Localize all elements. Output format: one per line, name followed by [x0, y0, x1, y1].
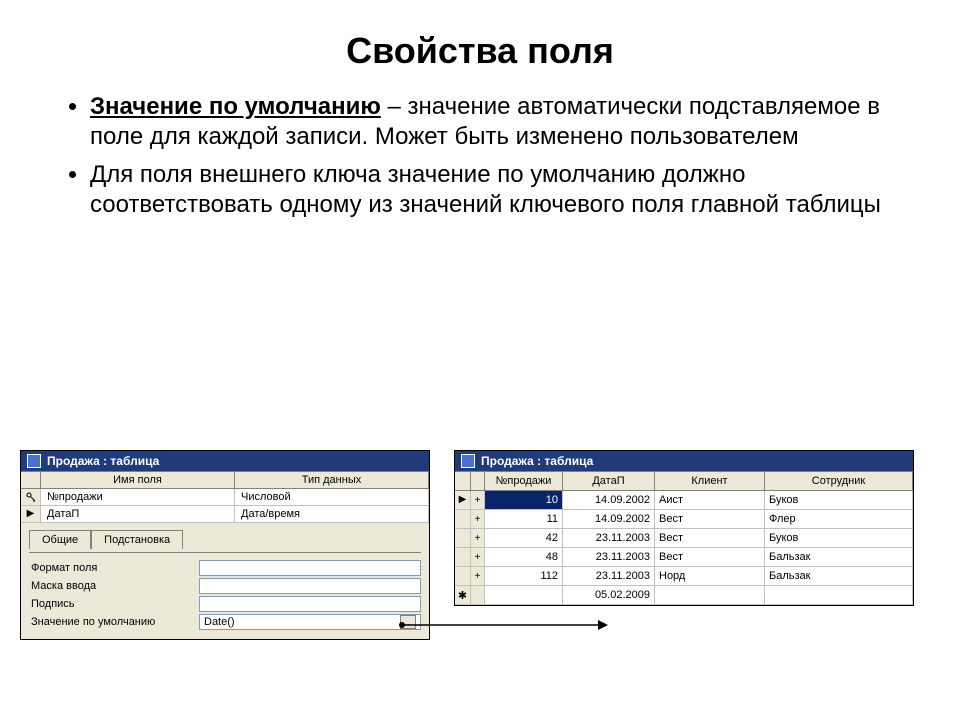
row-marker-current: ▶ [21, 506, 41, 522]
prop-format-input[interactable] [199, 560, 421, 576]
cell-emp[interactable]: Буков [765, 529, 913, 547]
row-marker: ▶ [455, 491, 471, 509]
expand-header [471, 472, 485, 490]
page-title: Свойства поля [40, 30, 920, 72]
table-row-new[interactable]: ✱ 05.02.2009 [455, 586, 913, 605]
new-row-icon: ✱ [458, 589, 467, 602]
table-row[interactable]: + 11 14.09.2002 Вест Флер [455, 510, 913, 529]
design-grid: Имя поля Тип данных №продажи Числовой ▶ … [21, 471, 429, 523]
design-row-1[interactable]: ▶ ДатаП Дата/время [21, 506, 429, 523]
datasheet-window: Продажа : таблица №продажи ДатаП Клиент … [454, 450, 914, 606]
sheet-header: №продажи ДатаП Клиент Сотрудник [455, 471, 913, 491]
prop-caption: Подпись [29, 595, 421, 613]
cell-date[interactable]: 14.09.2002 [563, 510, 655, 528]
design-row-0[interactable]: №продажи Числовой [21, 489, 429, 506]
col-datatype: Тип данных [235, 472, 429, 488]
field-type-0[interactable]: Числовой [235, 489, 429, 505]
col-emp[interactable]: Сотрудник [765, 472, 913, 490]
prop-default: Значение по умолчанию Date() … [29, 613, 421, 631]
titlebar-right: Продажа : таблица [455, 451, 913, 471]
props-tabs: Общие Подстановка [29, 529, 421, 548]
titlebar-left: Продажа : таблица [21, 451, 429, 471]
props-rows: Формат поля Маска ввода Подпись Значение… [29, 552, 421, 631]
cell-date[interactable]: 23.11.2003 [563, 548, 655, 566]
prop-default-value: Date() [204, 616, 235, 628]
datasheet-icon [27, 454, 41, 468]
bullet-list: Значение по умолчанию – значение автомат… [40, 92, 920, 220]
prop-mask: Маска ввода [29, 577, 421, 595]
bullet-2: Для поля внешнего ключа значение по умол… [90, 160, 920, 220]
cell-id[interactable]: 11 [485, 510, 563, 528]
row-marker [455, 548, 471, 566]
table-row[interactable]: + 42 23.11.2003 Вест Буков [455, 529, 913, 548]
prop-caption-input[interactable] [199, 596, 421, 612]
row-selector-header [21, 472, 41, 488]
expand-icon[interactable]: + [471, 567, 485, 585]
datasheet: №продажи ДатаП Клиент Сотрудник ▶ + 10 1… [455, 471, 913, 605]
expand-icon [471, 586, 485, 604]
cell-id[interactable]: 48 [485, 548, 563, 566]
cell-date[interactable]: 14.09.2002 [563, 491, 655, 509]
tab-lookup[interactable]: Подстановка [91, 530, 183, 549]
col-fieldname: Имя поля [41, 472, 235, 488]
cell-id[interactable] [485, 586, 563, 604]
field-name-0[interactable]: №продажи [41, 489, 235, 505]
row-marker-key [21, 489, 41, 505]
cell-date[interactable]: 23.11.2003 [563, 529, 655, 547]
expand-icon[interactable]: + [471, 529, 485, 547]
field-properties: Общие Подстановка Формат поля Маска ввод… [21, 523, 429, 639]
field-type-1[interactable]: Дата/время [235, 506, 429, 522]
slide: Свойства поля Значение по умолчанию – зн… [0, 0, 960, 720]
cell-client[interactable]: Норд [655, 567, 765, 585]
cell-client[interactable] [655, 586, 765, 604]
cell-client[interactable]: Вест [655, 548, 765, 566]
cell-id[interactable]: 10 [485, 491, 563, 509]
datasheet-icon [461, 454, 475, 468]
row-marker [455, 529, 471, 547]
cell-client[interactable]: Вест [655, 529, 765, 547]
cell-id[interactable]: 112 [485, 567, 563, 585]
table-row[interactable]: ▶ + 10 14.09.2002 Аист Буков [455, 491, 913, 510]
cell-client[interactable]: Аист [655, 491, 765, 509]
row-marker [455, 567, 471, 585]
cell-emp[interactable]: Бальзак [765, 567, 913, 585]
window-title-left: Продажа : таблица [47, 454, 159, 468]
design-header: Имя поля Тип данных [21, 472, 429, 489]
cell-emp[interactable]: Флер [765, 510, 913, 528]
row-marker-new: ✱ [455, 586, 471, 604]
col-client[interactable]: Клиент [655, 472, 765, 490]
table-row[interactable]: + 112 23.11.2003 Норд Бальзак [455, 567, 913, 586]
prop-default-input[interactable]: Date() … [199, 614, 421, 630]
field-name-1[interactable]: ДатаП [41, 506, 235, 522]
table-row[interactable]: + 48 23.11.2003 Вест Бальзак [455, 548, 913, 567]
design-window: Продажа : таблица Имя поля Тип данных №п… [20, 450, 430, 640]
cell-emp[interactable]: Бальзак [765, 548, 913, 566]
col-date[interactable]: ДатаП [563, 472, 655, 490]
expand-icon[interactable]: + [471, 510, 485, 528]
bullet-1: Значение по умолчанию – значение автомат… [90, 92, 920, 152]
cell-emp[interactable] [765, 586, 913, 604]
panels-row: Продажа : таблица Имя поля Тип данных №п… [20, 450, 940, 640]
col-id[interactable]: №продажи [485, 472, 563, 490]
window-title-right: Продажа : таблица [481, 454, 593, 468]
current-row-icon: ▶ [27, 509, 35, 519]
cell-emp[interactable]: Буков [765, 491, 913, 509]
current-row-icon: ▶ [459, 495, 467, 505]
row-marker [455, 510, 471, 528]
cell-id[interactable]: 42 [485, 529, 563, 547]
expand-icon[interactable]: + [471, 548, 485, 566]
tab-general[interactable]: Общие [29, 530, 91, 549]
prop-mask-input[interactable] [199, 578, 421, 594]
cell-date[interactable]: 05.02.2009 [563, 586, 655, 604]
key-icon [26, 492, 36, 502]
builder-button[interactable]: … [400, 615, 416, 629]
cell-date[interactable]: 23.11.2003 [563, 567, 655, 585]
cell-client[interactable]: Вест [655, 510, 765, 528]
rowsel-header [455, 472, 471, 490]
expand-icon[interactable]: + [471, 491, 485, 509]
prop-format: Формат поля [29, 559, 421, 577]
